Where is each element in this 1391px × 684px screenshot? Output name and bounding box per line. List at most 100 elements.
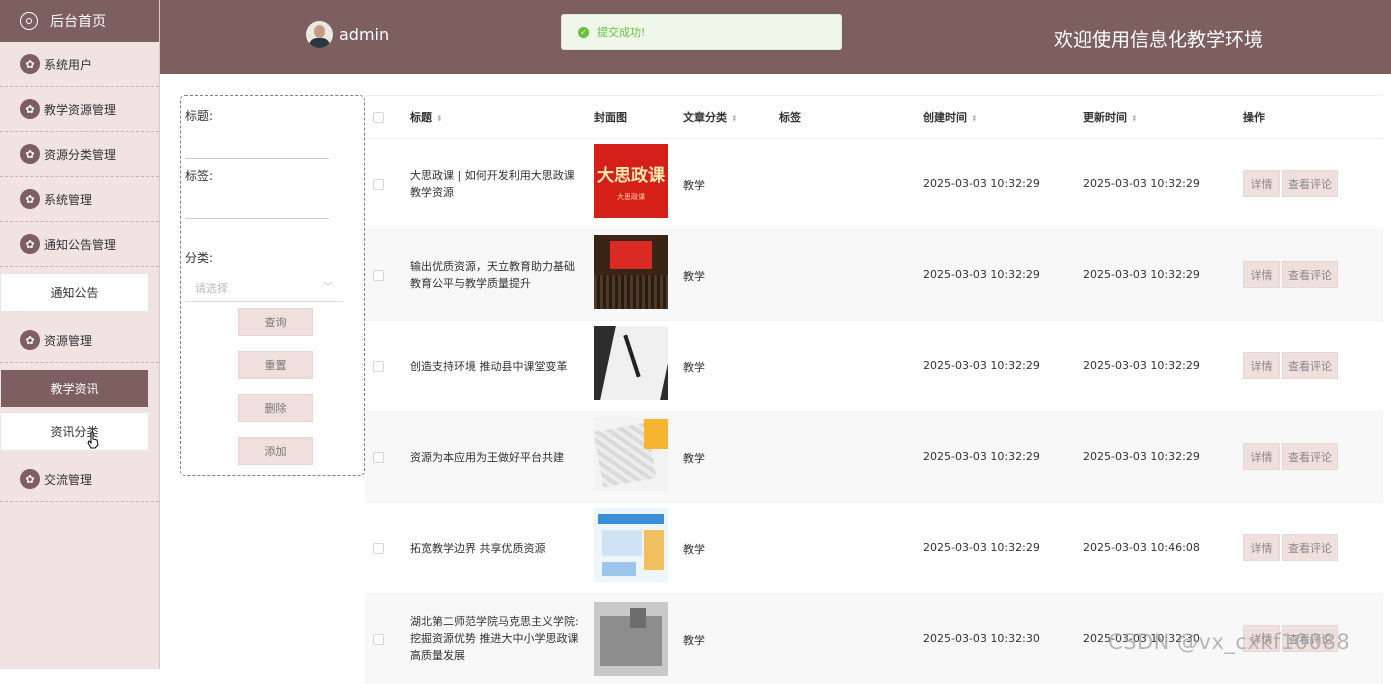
row-created: 2025-03-03 10:32:29 xyxy=(923,359,1040,372)
table-row: 创造支持环境 推动县中课堂变革 教学 2025-03-03 10:32:29 2… xyxy=(365,320,1383,411)
view-comments-button[interactable]: 查看评论 xyxy=(1282,534,1338,561)
detail-button[interactable]: 详情 xyxy=(1243,443,1280,470)
welcome-title: 欢迎使用信息化教学环境 xyxy=(1054,29,1264,51)
row-category: 教学 xyxy=(683,179,705,192)
sidebar-item-label: 资源分类管理 xyxy=(44,147,117,162)
sidebar-item-label: 交流管理 xyxy=(44,472,93,487)
view-comments-button[interactable]: 查看评论 xyxy=(1282,443,1338,470)
chevron-down-icon: ﹀ xyxy=(323,282,333,293)
sidebar-subitem-notice[interactable]: 通知公告 xyxy=(1,274,148,311)
sidebar-subitem-news-category[interactable]: 资讯分类 xyxy=(1,413,148,450)
watermark: CSDN @vx_cxkf10088 xyxy=(1108,630,1351,654)
cover-image xyxy=(594,235,668,309)
col-action: 操作 xyxy=(1243,111,1265,124)
category-filter-label: 分类: xyxy=(185,251,214,265)
sidebar-subitem-teaching-news[interactable]: 教学资讯 xyxy=(1,370,148,407)
category-select-placeholder: 请选择 xyxy=(195,282,228,295)
sidebar-item-resource-category-mgmt[interactable]: ✿ 资源分类管理 xyxy=(0,132,159,177)
cover-image xyxy=(594,326,668,400)
row-category: 教学 xyxy=(683,543,705,556)
sidebar-item-label: 系统管理 xyxy=(44,192,93,207)
detail-button[interactable]: 详情 xyxy=(1243,261,1280,288)
col-created[interactable]: 创建时间 ⬍ xyxy=(923,109,978,125)
category-select[interactable]: 请选择 ﹀ xyxy=(185,270,343,302)
avatar[interactable] xyxy=(306,21,333,48)
col-updated[interactable]: 更新时间 ⬍ xyxy=(1083,109,1138,125)
add-button[interactable]: 添加 xyxy=(238,437,313,465)
title-filter-input[interactable] xyxy=(185,158,329,159)
detail-button[interactable]: 详情 xyxy=(1243,352,1280,379)
row-updated: 2025-03-03 10:32:29 xyxy=(1083,359,1200,372)
view-comments-button[interactable]: 查看评论 xyxy=(1282,170,1338,197)
view-comments-button[interactable]: 查看评论 xyxy=(1282,352,1338,379)
row-title: 资源为本应用为王做好平台共建 xyxy=(410,451,564,464)
menu-icon: ✿ xyxy=(20,189,40,209)
detail-button[interactable]: 详情 xyxy=(1243,534,1280,561)
row-title: 大思政课 | 如何开发利用大思政课教学资源 xyxy=(410,169,575,199)
col-tag: 标签 xyxy=(779,111,801,124)
sort-icon[interactable]: ⬍ xyxy=(436,114,443,123)
col-created-label: 创建时间 xyxy=(923,111,967,124)
row-updated: 2025-03-03 10:32:29 xyxy=(1083,177,1200,190)
col-updated-label: 更新时间 xyxy=(1083,111,1127,124)
sidebar-item-system-users[interactable]: ✿ 系统用户 xyxy=(0,42,159,87)
table-header: 标题 ⬍ 封面图 文章分类 ⬍ 标签 创建时间 ⬍ 更新时间 ⬍ 操作 xyxy=(365,95,1383,138)
cover-subtext: 大思政课 xyxy=(617,192,645,201)
row-checkbox[interactable] xyxy=(373,634,384,645)
row-title: 输出优质资源，天立教育助力基础教育公平与教学质量提升 xyxy=(410,260,575,290)
row-category: 教学 xyxy=(683,270,705,283)
sidebar-item-label: 通知公告管理 xyxy=(44,237,117,252)
col-title-label: 标题 xyxy=(410,111,432,124)
cover-text: 大思政课 xyxy=(597,165,665,186)
tag-filter-label: 标签: xyxy=(185,169,214,183)
col-category[interactable]: 文章分类 ⬍ xyxy=(683,109,738,125)
row-checkbox[interactable] xyxy=(373,452,384,463)
sidebar-item-system-mgmt[interactable]: ✿ 系统管理 xyxy=(0,177,159,222)
row-title: 创造支持环境 推动县中课堂变革 xyxy=(410,360,568,373)
sidebar-home[interactable]: 后台首页 xyxy=(0,0,159,42)
sidebar-item-notice-mgmt[interactable]: ✿ 通知公告管理 xyxy=(0,222,159,267)
detail-button[interactable]: 详情 xyxy=(1243,170,1280,197)
sidebar-item-label: 教学资源管理 xyxy=(44,102,117,117)
row-updated: 2025-03-03 10:32:29 xyxy=(1083,268,1200,281)
view-comments-button[interactable]: 查看评论 xyxy=(1282,261,1338,288)
menu-icon: ✿ xyxy=(20,54,40,74)
col-cover: 封面图 xyxy=(594,111,627,124)
cover-image xyxy=(594,508,668,582)
tag-filter-input[interactable] xyxy=(185,218,329,219)
row-created: 2025-03-03 10:32:29 xyxy=(923,541,1040,554)
row-checkbox[interactable] xyxy=(373,179,384,190)
col-category-label: 文章分类 xyxy=(683,111,727,124)
table-row: 资源为本应用为王做好平台共建 教学 2025-03-03 10:32:29 20… xyxy=(365,411,1383,502)
query-button[interactable]: 查询 xyxy=(238,308,313,336)
row-category: 教学 xyxy=(683,452,705,465)
sidebar: 后台首页 ✿ 系统用户 ✿ 教学资源管理 ✿ 资源分类管理 ✿ 系统管理 ✿ 通… xyxy=(0,0,160,669)
sidebar-item-resource-mgmt[interactable]: ✿ 资源管理 xyxy=(0,318,159,363)
sidebar-item-exchange-mgmt[interactable]: ✿ 交流管理 xyxy=(0,457,159,502)
row-checkbox[interactable] xyxy=(373,270,384,281)
cover-image: 大思政课 大思政课 xyxy=(594,144,668,218)
sort-icon[interactable]: ⬍ xyxy=(1131,114,1138,123)
reset-button[interactable]: 重置 xyxy=(238,351,313,379)
row-checkbox[interactable] xyxy=(373,543,384,554)
delete-button[interactable]: 删除 xyxy=(238,394,313,422)
row-category: 教学 xyxy=(683,361,705,374)
row-checkbox[interactable] xyxy=(373,361,384,372)
sidebar-item-teaching-resource-mgmt[interactable]: ✿ 教学资源管理 xyxy=(0,87,159,132)
filter-panel: 标题: 标签: 分类: 请选择 ﹀ 查询 重置 删除 添加 xyxy=(180,95,365,476)
table-row: 拓宽教学边界 共享优质资源 教学 2025-03-03 10:32:29 202… xyxy=(365,502,1383,593)
username[interactable]: admin xyxy=(339,25,389,44)
col-title[interactable]: 标题 ⬍ xyxy=(410,109,443,125)
menu-icon: ✿ xyxy=(20,469,40,489)
hand-cursor-icon xyxy=(87,431,99,449)
row-updated: 2025-03-03 10:32:29 xyxy=(1083,450,1200,463)
sort-icon[interactable]: ⬍ xyxy=(731,114,738,123)
check-circle-icon: ✓ xyxy=(578,26,589,38)
sidebar-home-label: 后台首页 xyxy=(50,14,106,30)
row-created: 2025-03-03 10:32:29 xyxy=(923,177,1040,190)
select-all-checkbox[interactable] xyxy=(373,112,384,123)
table-row: 大思政课 | 如何开发利用大思政课教学资源 大思政课 大思政课 教学 2025-… xyxy=(365,138,1383,229)
row-title: 拓宽教学边界 共享优质资源 xyxy=(410,542,546,555)
menu-icon: ✿ xyxy=(20,144,40,164)
sort-icon[interactable]: ⬍ xyxy=(971,114,978,123)
